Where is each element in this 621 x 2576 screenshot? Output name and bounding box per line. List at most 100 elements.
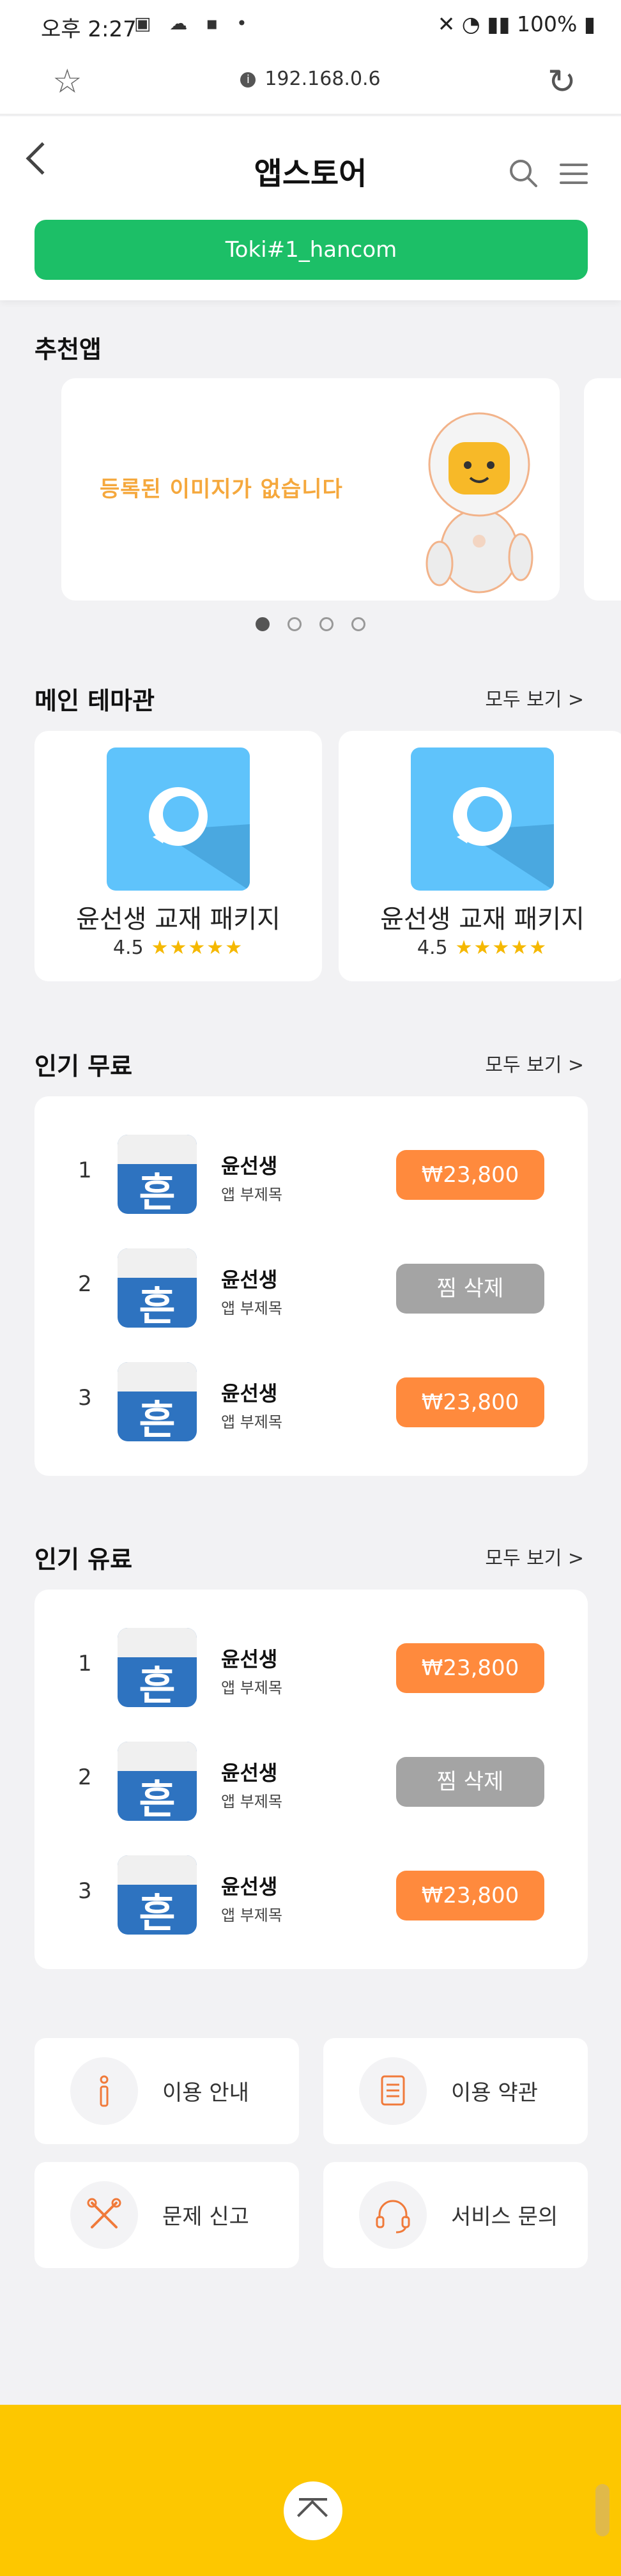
rank-number: 3 bbox=[78, 1385, 92, 1411]
theme-app-rating: 4.5 ★★★★★ bbox=[339, 937, 621, 959]
carousel-dot-4[interactable] bbox=[351, 617, 365, 631]
app-name: 윤선생 bbox=[221, 1874, 278, 1899]
notification-icons: ▣ ☁ ▪ • bbox=[134, 13, 254, 34]
price-button[interactable]: ₩23,800 bbox=[396, 1377, 544, 1427]
rank-number: 1 bbox=[78, 1158, 92, 1183]
rating-stars-icon: ★★★★★ bbox=[455, 937, 548, 959]
mascot-robot-image bbox=[425, 412, 533, 594]
list-item[interactable]: 3 흔 윤선생 앱 부제목 ₩23,800 bbox=[34, 1853, 588, 1936]
theme-card[interactable]: 윤선생 교재 패키지 4.5 ★★★★★ bbox=[34, 731, 322, 981]
app-subtitle: 앱 부제목 bbox=[221, 1413, 282, 1431]
popular-free-title: 인기 무료 bbox=[34, 1052, 133, 1080]
address-field[interactable]: i 192.168.0.6 bbox=[0, 68, 621, 90]
status-time: 오후 2:27 bbox=[41, 17, 137, 42]
popular-paid-see-all-link[interactable]: 모두 보기 > bbox=[485, 1542, 584, 1570]
carousel-dot-1[interactable] bbox=[256, 617, 270, 631]
info-icon: i bbox=[240, 72, 256, 88]
list-item[interactable]: 2 흔 윤선생 앱 부제목 찜 삭제 bbox=[34, 1246, 588, 1329]
rating-value: 4.5 bbox=[417, 937, 448, 959]
popular-free-see-all-link[interactable]: 모두 보기 > bbox=[485, 1049, 584, 1077]
app-name: 윤선생 bbox=[221, 1154, 278, 1178]
rank-number: 3 bbox=[78, 1878, 92, 1904]
theme-card[interactable]: 윤선생 교재 패키지 4.5 ★★★★★ bbox=[339, 731, 621, 981]
theme-app-rating: 4.5 ★★★★★ bbox=[34, 937, 322, 959]
service-inquiry-label: 서비스 문의 bbox=[451, 2204, 558, 2230]
book-app-icon: 흔 bbox=[118, 1628, 197, 1707]
service-inquiry-button[interactable]: 서비스 문의 bbox=[323, 2162, 588, 2268]
list-item[interactable]: 2 흔 윤선생 앱 부제목 찜 삭제 bbox=[34, 1739, 588, 1822]
chevron-up-icon bbox=[296, 2499, 328, 2531]
popular-free-list: 1 흔 윤선생 앱 부제목 ₩23,800 2 흔 윤선생 앱 부제목 찜 삭제… bbox=[34, 1096, 588, 1476]
list-item[interactable]: 3 흔 윤선생 앱 부제목 ₩23,800 bbox=[34, 1360, 588, 1443]
document-icon bbox=[359, 2057, 427, 2125]
app-name: 윤선생 bbox=[221, 1268, 278, 1292]
book-app-icon: 흔 bbox=[118, 1248, 197, 1328]
app-subtitle: 앱 부제목 bbox=[221, 1679, 282, 1697]
status-right: ✕ ◔ ▮▮ 100% ▮ bbox=[438, 12, 595, 36]
popular-paid-title: 인기 유료 bbox=[34, 1545, 133, 1574]
status-bar: 오후 2:27 ▣ ☁ ▪ • ✕ ◔ ▮▮ 100% ▮ bbox=[0, 0, 621, 51]
tools-icon bbox=[70, 2181, 138, 2249]
url-text: 192.168.0.6 bbox=[264, 68, 381, 90]
app-subtitle: 앱 부제목 bbox=[221, 1186, 282, 1204]
info-icon bbox=[70, 2057, 138, 2125]
next-banner-peek[interactable] bbox=[584, 378, 621, 601]
signal-icon: ✕ ◔ ▮▮ bbox=[437, 12, 517, 36]
list-item[interactable]: 1 흔 윤선생 앱 부제목 ₩23,800 bbox=[34, 1132, 588, 1215]
theme-app-name: 윤선생 교재 패키지 bbox=[380, 905, 585, 934]
battery-level: 100% bbox=[517, 12, 578, 36]
recommend-banner[interactable]: 등록된 이미지가 없습니다 bbox=[61, 378, 560, 601]
app-subtitle: 앱 부제목 bbox=[221, 1906, 282, 1924]
scroll-to-top-button[interactable] bbox=[284, 2481, 342, 2540]
book-app-icon: 흔 bbox=[118, 1855, 197, 1935]
theme-app-icon bbox=[107, 747, 250, 891]
app-name: 윤선생 bbox=[221, 1761, 278, 1785]
chat-bubble-icon bbox=[453, 787, 554, 891]
app-header: 앱스토어 Toki#1_hancom bbox=[0, 116, 621, 300]
carousel-dot-2[interactable] bbox=[288, 617, 302, 631]
user-account-button[interactable]: Toki#1_hancom bbox=[34, 220, 588, 280]
remove-wishlist-button[interactable]: 찜 삭제 bbox=[396, 1757, 544, 1807]
reload-icon[interactable]: ↻ bbox=[548, 61, 576, 102]
carousel-dot-3[interactable] bbox=[319, 617, 334, 631]
price-button[interactable]: ₩23,800 bbox=[396, 1150, 544, 1200]
recommend-section-title: 추천앱 bbox=[34, 335, 102, 364]
carousel-dots bbox=[0, 617, 621, 634]
rating-stars-icon: ★★★★★ bbox=[151, 937, 244, 959]
book-app-icon: 흔 bbox=[118, 1742, 197, 1821]
usage-guide-button[interactable]: 이용 안내 bbox=[34, 2038, 299, 2144]
rating-value: 4.5 bbox=[112, 937, 144, 959]
headset-icon bbox=[359, 2181, 427, 2249]
report-problem-button[interactable]: 문제 신고 bbox=[34, 2162, 299, 2268]
scrollbar-handle[interactable] bbox=[595, 2484, 610, 2536]
theme-see-all-link[interactable]: 모두 보기 > bbox=[485, 684, 584, 712]
browser-url-bar: ☆ i 192.168.0.6 ↻ bbox=[0, 51, 621, 115]
price-button[interactable]: ₩23,800 bbox=[396, 1643, 544, 1693]
list-item[interactable]: 1 흔 윤선생 앱 부제목 ₩23,800 bbox=[34, 1625, 588, 1708]
hamburger-menu-icon[interactable] bbox=[560, 164, 588, 184]
theme-app-icon bbox=[411, 747, 554, 891]
chat-bubble-icon bbox=[149, 787, 250, 891]
terms-button[interactable]: 이용 약관 bbox=[323, 2038, 588, 2144]
app-subtitle: 앱 부제목 bbox=[221, 1300, 282, 1317]
rank-number: 2 bbox=[78, 1271, 92, 1297]
remove-wishlist-button[interactable]: 찜 삭제 bbox=[396, 1264, 544, 1314]
report-problem-label: 문제 신고 bbox=[162, 2204, 249, 2230]
app-subtitle: 앱 부제목 bbox=[221, 1793, 282, 1811]
app-name: 윤선생 bbox=[221, 1381, 278, 1406]
theme-section-title: 메인 테마관 bbox=[34, 687, 155, 715]
battery-icon: ▮ bbox=[577, 12, 595, 36]
theme-app-name: 윤선생 교재 패키지 bbox=[76, 905, 280, 934]
book-app-icon: 흔 bbox=[118, 1362, 197, 1441]
search-icon[interactable] bbox=[509, 158, 538, 188]
book-app-icon: 흔 bbox=[118, 1135, 197, 1214]
popular-paid-list: 1 흔 윤선생 앱 부제목 ₩23,800 2 흔 윤선생 앱 부제목 찜 삭제… bbox=[34, 1590, 588, 1969]
usage-guide-label: 이용 안내 bbox=[162, 2080, 249, 2106]
app-name: 윤선생 bbox=[221, 1647, 278, 1671]
price-button[interactable]: ₩23,800 bbox=[396, 1871, 544, 1920]
rank-number: 1 bbox=[78, 1651, 92, 1676]
terms-label: 이용 약관 bbox=[451, 2080, 538, 2106]
rank-number: 2 bbox=[78, 1765, 92, 1790]
banner-empty-text: 등록된 이미지가 없습니다 bbox=[100, 477, 343, 502]
footer bbox=[0, 2405, 621, 2576]
